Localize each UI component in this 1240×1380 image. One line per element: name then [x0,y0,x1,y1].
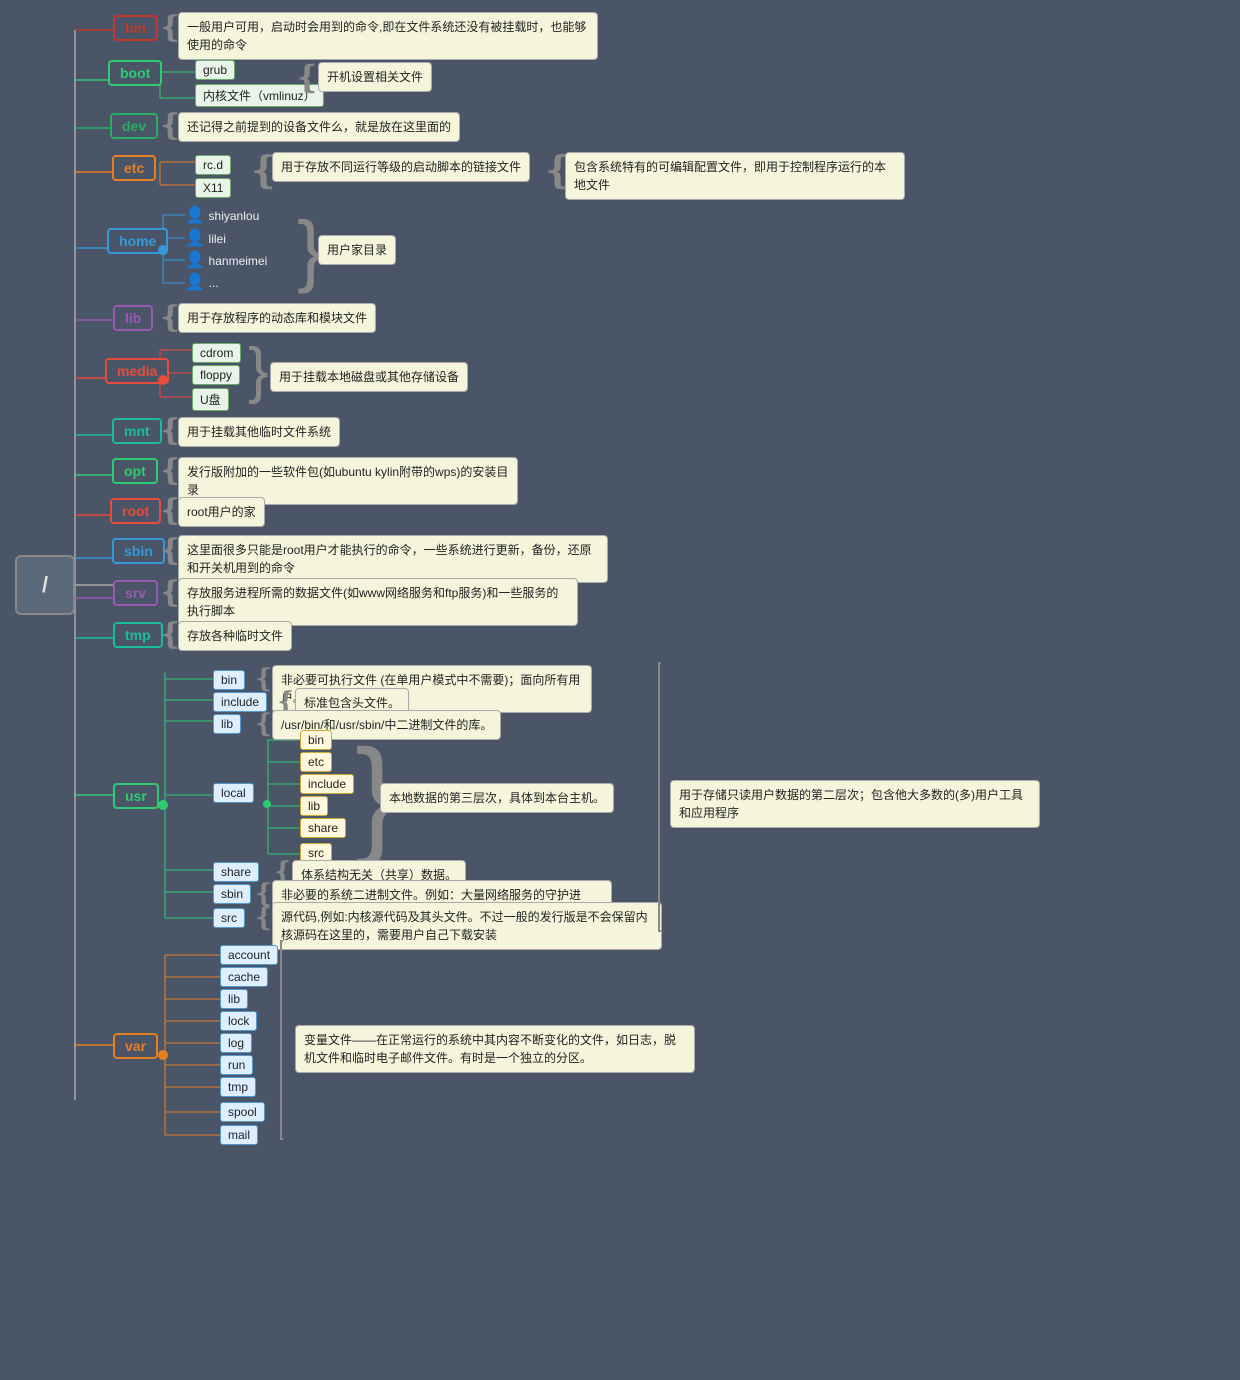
media-dot [158,375,168,385]
local-include: include [300,774,354,794]
var-log: log [220,1033,252,1053]
media-desc: 用于挂载本地磁盘或其他存储设备 [270,362,468,392]
dir-srv: srv [113,580,158,606]
usr-local-desc: 本地数据的第三层次，具体到本台主机。 [380,783,614,813]
local-lib: lib [300,796,328,816]
media-floppy: floppy [192,365,240,385]
tmp-desc: 存放各种临时文件 [178,621,292,651]
home-user-more: 👤 ... [185,272,219,292]
media-cdrom: cdrom [192,343,241,363]
var-run: run [220,1055,253,1075]
dir-dev: dev [110,113,158,139]
var-dot [158,1050,168,1060]
usr-bin: bin [213,670,245,690]
local-etc: etc [300,752,332,772]
usr-src-desc: 源代码,例如:内核源代码及其头文件。不过一般的发行版是不会保留内核源码在这里的，… [272,902,662,950]
dir-opt: opt [112,458,158,484]
home-user-hanmeimei: 👤 hanmeimei [185,250,267,270]
dir-lib: lib [113,305,153,331]
usr-local-dot [263,800,271,808]
dev-desc: 还记得之前提到的设备文件么，就是放在这里面的 [178,112,460,142]
mnt-desc: 用于挂载其他临时文件系统 [178,417,340,447]
boot-bracket: ❴ [294,58,321,96]
media-usb: U盘 [192,388,229,411]
usr-desc: 用于存储只读用户数据的第二层次；包含他大多数的(多)用户工具和应用程序 [670,780,1040,828]
home-desc: 用户家目录 [318,235,396,265]
local-share: share [300,818,346,838]
local-bin: bin [300,730,332,750]
dir-tmp: tmp [113,622,163,648]
usr-local: local [213,783,254,803]
etc-desc: 包含系统特有的可编辑配置文件，即用于控制程序运行的本地文件 [565,152,905,200]
usr-src: src [213,908,245,928]
lib-desc: 用于存放程序的动态库和模块文件 [178,303,376,333]
root-label: / [42,572,48,598]
sbin-desc: 这里面很多只能是root用户才能执行的命令，一些系统进行更新，备份，还原和开关机… [178,535,608,583]
home-user-lilei: 👤 lilei [185,228,226,248]
dir-root: root [110,498,161,524]
dir-usr: usr [113,783,159,809]
bin-desc: 一般用户可用，启动时会用到的命令,即在文件系统还没有被挂载时，也能够使用的命令 [178,12,598,60]
home-dot [158,245,168,255]
boot-grub: grub [195,60,235,80]
var-cache: cache [220,967,268,987]
var-spool: spool [220,1102,265,1122]
dir-sbin: sbin [112,538,165,564]
boot-desc: 开机设置相关文件 [318,62,432,92]
var-tmp: tmp [220,1077,256,1097]
usr-lib: lib [213,714,241,734]
media-bracket: } [248,340,269,402]
etc-sub-desc: 用于存放不同运行等级的启动脚本的链接文件 [272,152,530,182]
var-lib: lib [220,989,248,1009]
dir-var: var [113,1033,158,1059]
var-mail: mail [220,1125,258,1145]
usr-dot [158,800,168,810]
root-desc: root用户的家 [178,497,265,527]
usr-sbin: sbin [213,884,251,904]
var-lock: lock [220,1011,257,1031]
usr-outer-bracket [658,662,661,932]
etc-x11: X11 [195,178,231,198]
var-bracket [280,940,283,1140]
dir-etc: etc [112,155,156,181]
var-desc: 变量文件——在正常运行的系统中其内容不断变化的文件，如日志，脱机文件和临时电子邮… [295,1025,695,1073]
dir-boot: boot [108,60,162,86]
home-user-shiyanlou: 👤 shiyanlou [185,205,259,225]
root-node: / [15,555,75,615]
etc-rcd: rc.d [195,155,231,175]
srv-desc: 存放服务进程所需的数据文件(如www网络服务和ftp服务)和一些服务的执行脚本 [178,578,578,626]
var-account: account [220,945,278,965]
dir-bin: bin [113,15,158,41]
dir-mnt: mnt [112,418,162,444]
